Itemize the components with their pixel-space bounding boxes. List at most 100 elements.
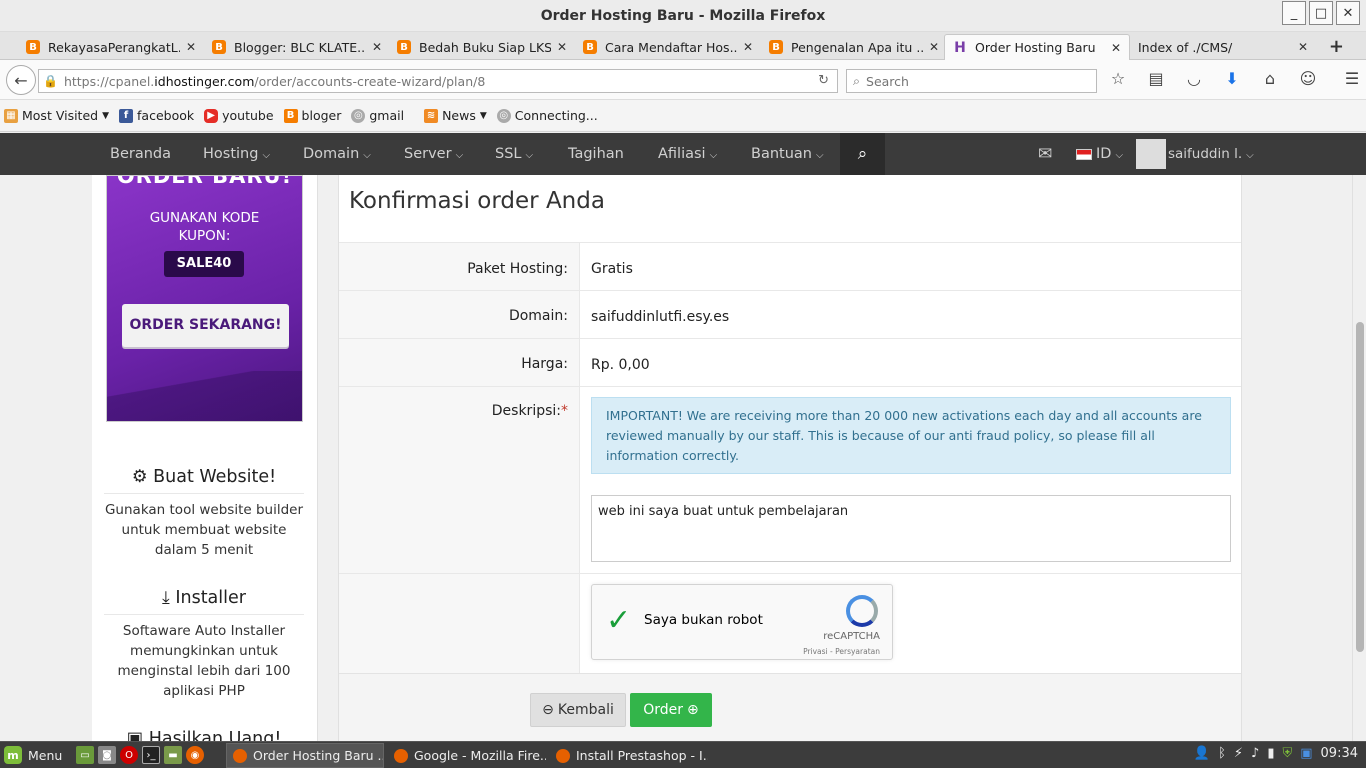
- user-menu[interactable]: saifuddin l. ⌵: [1168, 133, 1254, 175]
- tab-close-icon[interactable]: ✕: [1111, 41, 1121, 55]
- maximize-button[interactable]: □: [1309, 1, 1333, 25]
- bookmarks-toolbar: ▦ Most Visited ▼ f facebook ▶ youtube B …: [0, 100, 1366, 132]
- blogger-icon: B: [283, 108, 298, 123]
- tab-close-icon[interactable]: ✕: [1298, 40, 1308, 54]
- blogger-icon: B: [583, 40, 597, 54]
- nav-afiliasi[interactable]: Afiliasi ⌵: [658, 133, 717, 175]
- tab-close-icon[interactable]: ✕: [743, 40, 753, 54]
- envelope-icon[interactable]: ✉: [1038, 133, 1052, 175]
- globe-icon: ◎: [496, 108, 511, 123]
- tab-label: Blogger: BLC KLATE...: [234, 39, 366, 55]
- taskbar-window-prestashop[interactable]: Install Prestashop - I...: [550, 743, 708, 768]
- nav-domain[interactable]: Domain ⌵: [303, 133, 371, 175]
- feature-earn-money: ▣ Hasilkan Uang!: [100, 729, 308, 741]
- language-selector[interactable]: ID ⌵: [1076, 133, 1123, 175]
- bookmark-connecting[interactable]: ◎ Connecting...: [496, 108, 598, 123]
- site-search-button[interactable]: ⌕: [840, 133, 885, 175]
- nav-hosting[interactable]: Hosting ⌵: [203, 133, 270, 175]
- opera-icon[interactable]: O: [120, 746, 138, 764]
- nav-server[interactable]: Server ⌵: [404, 133, 463, 175]
- tab-2[interactable]: B Blogger: BLC KLATE... ✕: [204, 34, 390, 60]
- nav-bantuan[interactable]: Bantuan ⌵: [751, 133, 824, 175]
- bookmark-facebook[interactable]: f facebook: [119, 108, 194, 123]
- tab-3[interactable]: B Bedah Buku Siap LKS... ✕: [389, 34, 575, 60]
- tab-7[interactable]: Index of ./CMS/ ✕: [1130, 34, 1316, 60]
- tab-order-hosting[interactable]: H Order Hosting Baru ✕: [944, 34, 1130, 60]
- minimize-button[interactable]: _: [1282, 1, 1306, 25]
- promo-banner[interactable]: ORDER BARU! GUNAKAN KODE KUPON: SALE40 O…: [106, 175, 303, 422]
- home-icon[interactable]: ⌂: [1260, 69, 1280, 88]
- navigation-toolbar: ← 🔒 https://cpanel. idhostinger.com/order…: [0, 60, 1366, 100]
- tab-close-icon[interactable]: ✕: [186, 40, 196, 54]
- menu-label: Menu: [28, 747, 63, 763]
- chevron-down-icon: ⌵: [525, 150, 534, 161]
- feature-title: ⚙ Buat Website!: [104, 467, 304, 494]
- checkmark-icon[interactable]: ✓: [606, 603, 631, 638]
- network-icon[interactable]: ⚡: [1234, 746, 1243, 761]
- bookmark-most-visited[interactable]: ▦ Most Visited ▼: [4, 108, 109, 123]
- hello-icon[interactable]: ☺: [1298, 69, 1318, 88]
- bookmark-star-icon[interactable]: ☆: [1108, 69, 1128, 88]
- bookmark-youtube[interactable]: ▶ youtube: [204, 108, 274, 123]
- row-captcha: ✓ Saya bukan robot reCAPTCHA Privasi - P…: [339, 573, 1241, 673]
- tab-4[interactable]: B Cara Mendaftar Hos... ✕: [575, 34, 761, 60]
- volume-icon[interactable]: ♪: [1251, 746, 1259, 761]
- taskbar-window-order-hosting[interactable]: Order Hosting Baru ...: [226, 743, 384, 768]
- user-icon[interactable]: 👤: [1194, 746, 1210, 761]
- captcha-privacy-link[interactable]: Privasi - Persyaratan: [803, 647, 880, 656]
- order-confirmation-panel: Konfirmasi order Anda Paket Hosting: Gra…: [338, 175, 1242, 741]
- bookmark-bloger[interactable]: B bloger: [283, 108, 342, 123]
- feature-description: Gunakan tool website builder untuk membu…: [104, 502, 304, 558]
- tab-1[interactable]: B RekayasaPerangkatL... ✕: [18, 34, 204, 60]
- chevron-down-icon: ▼: [102, 110, 110, 121]
- taskbar-window-label: Install Prestashop - I...: [576, 748, 708, 763]
- camera-icon[interactable]: ◙: [98, 746, 116, 764]
- start-menu-button[interactable]: m Menu: [4, 746, 62, 764]
- domain-value: saifuddinlutfi.esy.es: [591, 309, 730, 325]
- avatar[interactable]: [1136, 139, 1166, 169]
- tab-5[interactable]: B Pengenalan Apa itu ... ✕: [761, 34, 947, 60]
- nav-ssl[interactable]: SSL ⌵: [495, 133, 533, 175]
- left-sidebar: ORDER BARU! GUNAKAN KODE KUPON: SALE40 O…: [92, 175, 318, 741]
- shield-icon[interactable]: ⛨: [1282, 746, 1292, 761]
- desktop-icon[interactable]: ▭: [76, 746, 94, 764]
- tab-close-icon[interactable]: ✕: [929, 40, 939, 54]
- taskbar-window-google[interactable]: Google - Mozilla Fire...: [388, 743, 546, 768]
- back-button[interactable]: ⊖ Kembali: [530, 693, 626, 727]
- nav-tagihan[interactable]: Tagihan: [568, 133, 624, 175]
- download-arrow-icon[interactable]: ⬇: [1222, 69, 1242, 88]
- update-icon[interactable]: ▣: [1300, 746, 1312, 761]
- bookmark-label: bloger: [301, 108, 342, 123]
- chevron-down-icon: ⌵: [363, 150, 371, 161]
- back-button[interactable]: ←: [6, 65, 36, 95]
- bluetooth-icon[interactable]: ᛒ: [1218, 746, 1226, 761]
- feature-installer: ⤓ Installer Softaware Auto Installer mem…: [100, 588, 308, 701]
- order-button[interactable]: Order ⊕: [630, 693, 712, 727]
- page-scrollbar[interactable]: [1352, 175, 1366, 741]
- bookmark-news[interactable]: ≋ News ▼: [424, 108, 487, 123]
- blogger-icon: B: [769, 40, 783, 54]
- nav-beranda[interactable]: Beranda: [110, 133, 171, 175]
- pocket-icon[interactable]: ◡: [1184, 69, 1204, 88]
- tab-close-icon[interactable]: ✕: [372, 40, 382, 54]
- description-textarea[interactable]: web ini saya buat untuk pembelajaran: [591, 495, 1231, 562]
- reading-list-icon[interactable]: ▤: [1146, 69, 1166, 88]
- battery-icon[interactable]: ▮: [1267, 746, 1274, 761]
- tab-close-icon[interactable]: ✕: [557, 40, 567, 54]
- search-box[interactable]: ⌕: [846, 69, 1097, 93]
- reload-icon[interactable]: ↻: [818, 73, 829, 88]
- folder-icon[interactable]: ▬: [164, 746, 182, 764]
- url-bar[interactable]: 🔒 https://cpanel. idhostinger.com/order/a…: [38, 69, 838, 93]
- terminal-icon[interactable]: ›_: [142, 746, 160, 764]
- new-tab-button[interactable]: +: [1329, 36, 1344, 57]
- close-window-button[interactable]: ✕: [1336, 1, 1360, 25]
- bookmark-label: youtube: [222, 108, 274, 123]
- scrollbar-thumb[interactable]: [1356, 322, 1364, 652]
- feature-website-builder: ⚙ Buat Website! Gunakan tool website bui…: [100, 467, 308, 560]
- bookmark-gmail[interactable]: ◎ gmail: [351, 108, 404, 123]
- menu-icon[interactable]: ☰: [1342, 69, 1362, 88]
- order-now-button[interactable]: ORDER SEKARANG!: [122, 304, 289, 347]
- search-input[interactable]: [866, 73, 1067, 89]
- firefox-icon[interactable]: ◉: [186, 746, 204, 764]
- recaptcha-widget[interactable]: ✓ Saya bukan robot reCAPTCHA Privasi - P…: [591, 584, 893, 660]
